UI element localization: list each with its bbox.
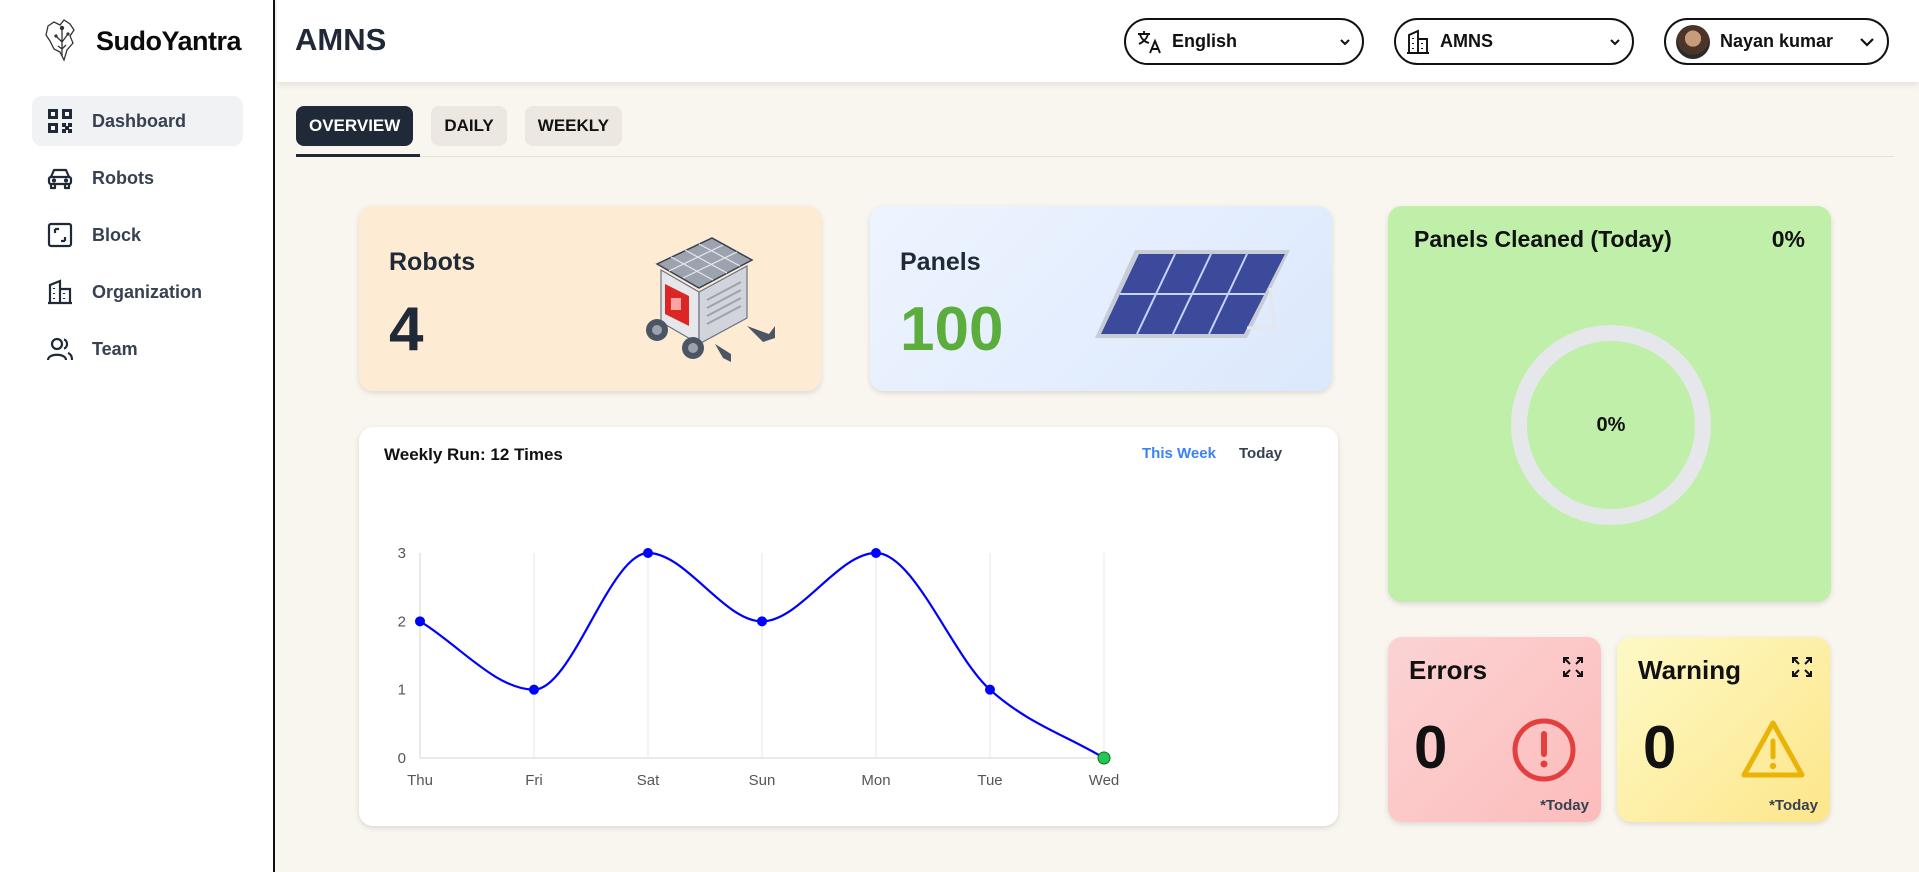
chevron-down-icon: [1860, 37, 1874, 47]
car-icon: [46, 164, 74, 192]
expand-icon[interactable]: [1561, 655, 1585, 679]
y-tick-label: 3: [398, 545, 406, 562]
sidebar-nav: Dashboard Robots Block Organization Team: [32, 96, 243, 381]
sidebar-item-team[interactable]: Team: [32, 324, 243, 374]
building-icon: [46, 278, 74, 306]
data-point-mon[interactable]: [871, 548, 881, 558]
y-tick-label: 1: [398, 682, 406, 699]
warning-title: Warning: [1638, 655, 1742, 685]
y-tick-label: 2: [398, 613, 406, 630]
chevron-down-icon: [1340, 38, 1350, 45]
x-tick-label: Fri: [525, 772, 543, 789]
x-tick-label: Tue: [977, 772, 1002, 789]
robots-count: 4: [389, 295, 424, 364]
sidebar-item-block[interactable]: Block: [32, 210, 243, 260]
x-tick-label: Thu: [407, 772, 433, 789]
tabs-divider: [296, 156, 1894, 157]
sidebar-item-dashboard[interactable]: Dashboard: [32, 96, 243, 146]
x-tick-label: Mon: [861, 772, 890, 789]
tab-daily[interactable]: DAILY: [431, 106, 507, 146]
user-name: Nayan kumar: [1720, 31, 1834, 51]
y-tick-label: 0: [398, 750, 406, 767]
qr-grid-icon: [46, 107, 74, 135]
active-tab-indicator: [296, 154, 420, 157]
data-point-wed[interactable]: [1097, 751, 1111, 765]
solar-panel-illustration: [1095, 250, 1290, 338]
top-header: AMNS English AMNS Nayan kumar: [277, 0, 1919, 82]
robots-label: Robots: [389, 248, 476, 276]
errors-card[interactable]: Errors 0 *Today: [1388, 637, 1601, 822]
data-point-tue[interactable]: [985, 684, 995, 695]
panels-label: Panels: [900, 248, 981, 276]
sidebar-item-organization[interactable]: Organization: [32, 267, 243, 317]
block-icon: [46, 221, 74, 249]
sidebar-item-robots[interactable]: Robots: [32, 153, 243, 203]
robot-illustration: [646, 237, 775, 362]
panels-cleaned-title: Panels Cleaned (Today): [1414, 226, 1672, 252]
user-menu[interactable]: Nayan kumar: [1664, 18, 1889, 65]
view-tabs: OVERVIEW DAILY WEEKLY: [296, 106, 622, 146]
warning-count: 0: [1643, 714, 1677, 781]
x-tick-label: Wed: [1089, 772, 1120, 789]
expand-icon[interactable]: [1790, 655, 1814, 679]
organization-select[interactable]: AMNS: [1394, 18, 1634, 65]
panels-card[interactable]: Panels 100: [870, 206, 1332, 391]
errors-title: Errors: [1409, 655, 1488, 685]
brand[interactable]: SudoYantra: [40, 16, 242, 66]
warning-triangle-icon: [1741, 720, 1805, 778]
donut-center-label: 0%: [1596, 413, 1626, 436]
x-tick-label: Sat: [637, 772, 660, 789]
building-icon: [1407, 29, 1429, 54]
weekly-run-chart-card: Weekly Run: 12 Times This Week Today 012…: [359, 427, 1338, 826]
team-icon: [46, 335, 74, 363]
organization-value: AMNS: [1440, 31, 1493, 51]
errors-count: 0: [1414, 714, 1448, 781]
sidebar-item-label: Organization: [92, 281, 203, 302]
sidebar: SudoYantra Dashboard Robots Block Organi…: [0, 0, 275, 872]
page-title: AMNS: [295, 22, 387, 57]
panels-count: 100: [900, 295, 1004, 364]
language-select[interactable]: English: [1124, 18, 1364, 65]
brand-name: SudoYantra: [96, 25, 242, 56]
warning-note: *Today: [1769, 797, 1818, 814]
weekly-run-chart: 0 1 2 3 Thu Fri Sat Sun Mon Tue Wed: [398, 545, 1120, 789]
translate-icon: [1138, 30, 1161, 53]
robots-card[interactable]: Robots 4: [359, 206, 821, 391]
error-alert-icon: [1512, 718, 1576, 782]
data-point-fri[interactable]: [529, 684, 539, 695]
panels-cleaned-percent: 0%: [1771, 226, 1805, 252]
data-point-sun[interactable]: [757, 616, 767, 627]
logo-icon: [45, 19, 75, 62]
sidebar-item-label: Robots: [92, 167, 154, 188]
errors-note: *Today: [1540, 797, 1589, 814]
data-point-thu[interactable]: [415, 616, 425, 627]
sidebar-item-label: Block: [92, 224, 142, 245]
panels-cleaned-card[interactable]: Panels Cleaned (Today) 0% 0%: [1388, 206, 1831, 602]
avatar: [1676, 24, 1710, 59]
x-tick-label: Sun: [749, 772, 776, 789]
sidebar-item-label: Dashboard: [92, 110, 187, 131]
tab-weekly[interactable]: WEEKLY: [524, 106, 622, 146]
chevron-down-icon: [1610, 38, 1620, 45]
warning-card[interactable]: Warning 0 *Today: [1617, 637, 1830, 822]
language-value: English: [1172, 31, 1238, 51]
sidebar-item-label: Team: [92, 338, 138, 359]
tab-overview[interactable]: OVERVIEW: [296, 106, 414, 146]
data-point-sat[interactable]: [643, 548, 653, 558]
